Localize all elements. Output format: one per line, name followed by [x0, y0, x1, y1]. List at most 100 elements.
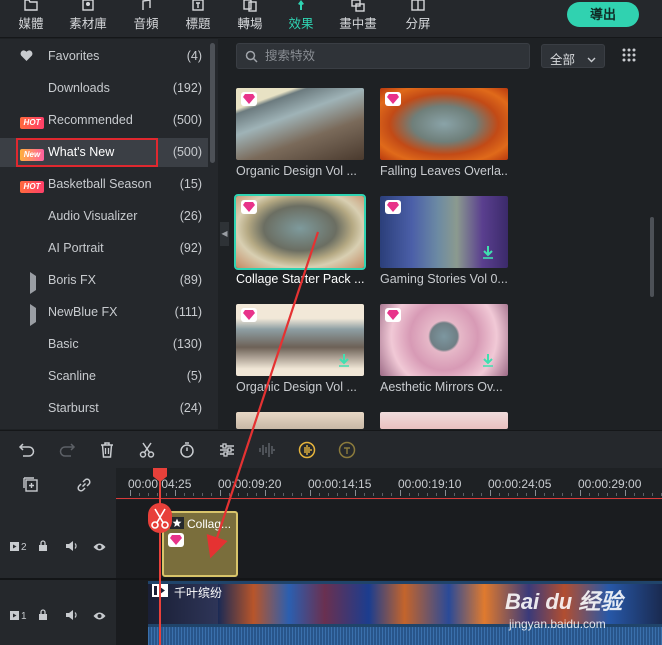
sidebar-item-basic[interactable]: Basic (130) — [0, 330, 208, 359]
ruler-tick — [139, 493, 140, 496]
ruler-tick — [634, 493, 635, 496]
effect-card-selected[interactable]: Collage Starter Pack ... — [234, 194, 366, 286]
effect-thumbnail[interactable] — [380, 88, 508, 160]
effect-thumbnail[interactable] — [380, 304, 508, 376]
sidebar-item-favorites[interactable]: Favorites (4) — [0, 42, 208, 71]
ruler-tick — [544, 493, 545, 496]
ruler-tick — [283, 493, 284, 496]
tab-titles[interactable]: 標題 — [175, 0, 221, 38]
ruler-tick — [211, 493, 212, 496]
sidebar-item-recommended[interactable]: HOT Recommended (500) — [0, 106, 208, 135]
link-icon[interactable] — [75, 476, 93, 497]
premium-gem-icon — [385, 308, 401, 322]
delete-trash-icon[interactable] — [98, 441, 118, 461]
ruler-tick — [562, 493, 563, 496]
speaker-icon[interactable] — [65, 609, 78, 624]
effect-thumbnail[interactable] — [236, 88, 364, 160]
download-icon[interactable] — [482, 354, 494, 370]
tab-picture-in-picture[interactable]: 畫中畫 — [335, 0, 381, 38]
ruler-tick — [202, 493, 203, 496]
ruler-tick — [319, 493, 320, 496]
eye-visibility-icon[interactable] — [93, 610, 106, 624]
sidebar-item-count: (92) — [179, 241, 202, 255]
expand-triangle-icon[interactable] — [30, 304, 36, 326]
speaker-icon[interactable] — [65, 540, 78, 555]
effect-name: Collage Starter Pack ... — [236, 272, 364, 286]
export-button[interactable]: 導出 — [567, 2, 639, 27]
sidebar-item-count: (111) — [174, 305, 202, 319]
sidebar-item-count: (130) — [172, 337, 202, 351]
ruler-tick — [400, 490, 401, 496]
ruler-tick — [382, 493, 383, 496]
lock-icon[interactable] — [38, 540, 48, 555]
ruler-tick — [175, 490, 176, 496]
collapse-sidebar-handle[interactable]: ◀ — [220, 222, 229, 246]
sidebar-scrollbar[interactable] — [210, 43, 215, 163]
add-track-icon[interactable] — [22, 476, 40, 497]
eye-visibility-icon[interactable] — [93, 541, 106, 555]
sidebar-item-basketball-season[interactable]: HOT Basketball Season (15) — [0, 170, 208, 199]
speed-timer-icon[interactable] — [178, 441, 198, 461]
timeline-ruler[interactable]: 00:00:04:25 00:00:09:20 00:00:14:15 00:0… — [0, 468, 662, 500]
lock-icon[interactable] — [38, 609, 48, 624]
tab-stock-media[interactable]: 素材庫 — [65, 0, 111, 38]
download-icon[interactable] — [338, 354, 350, 370]
effect-card[interactable]: Falling Leaves Overla... — [380, 88, 510, 178]
ruler-tick — [184, 493, 185, 496]
sidebar-item-boris-fx[interactable]: Boris FX (89) — [0, 266, 208, 295]
sidebar-item-downloads[interactable]: Downloads (192) — [0, 74, 208, 103]
sidebar-item-newblue-fx[interactable]: NewBlue FX (111) — [0, 298, 208, 327]
undo-icon[interactable] — [18, 441, 38, 461]
ruler-tick — [481, 493, 482, 496]
effect-thumbnail[interactable] — [236, 412, 364, 429]
audio-ducking-icon[interactable] — [298, 441, 318, 461]
tab-audio[interactable]: 音頻 — [123, 0, 169, 38]
split-scissors-icon[interactable] — [138, 441, 158, 461]
grid-view-icon[interactable] — [622, 48, 636, 65]
effect-thumbnail[interactable] — [236, 304, 364, 376]
search-box[interactable] — [236, 43, 530, 69]
effect-clip[interactable]: Collag... — [162, 511, 238, 577]
ruler-tick — [652, 493, 653, 496]
speech-to-text-icon[interactable] — [338, 441, 358, 461]
effects-pin-icon — [278, 0, 324, 12]
expand-triangle-icon[interactable] — [30, 272, 36, 294]
effect-card[interactable]: Organic Design Vol ... — [236, 304, 366, 394]
sidebar-item-count: (15) — [179, 177, 202, 191]
redo-icon[interactable] — [58, 441, 78, 461]
effect-card[interactable]: Gaming Stories Vol 0... — [380, 196, 510, 286]
ruler-tick — [589, 493, 590, 496]
effects-scrollbar[interactable] — [650, 217, 654, 297]
effect-card-partial[interactable] — [380, 412, 510, 429]
ruler-tick — [373, 493, 374, 496]
tab-media[interactable]: 媒體 — [8, 0, 54, 38]
filter-dropdown[interactable]: 全部 — [541, 44, 605, 68]
effects-browser: 全部 Organic Design Vol ... Falling Leaves… — [230, 39, 662, 429]
effect-card[interactable]: Organic Design Vol ... — [236, 88, 366, 178]
baidu-watermark: Bai du 经验 jingyan.baidu.com — [505, 580, 662, 645]
download-icon[interactable] — [482, 246, 494, 262]
split-cursor[interactable] — [148, 503, 172, 533]
effect-card-partial[interactable] — [236, 412, 366, 429]
adjust-sliders-icon[interactable] — [218, 441, 238, 461]
ruler-timecode: 00:00:24:05 — [488, 477, 552, 491]
timeline-toolbar — [0, 430, 662, 468]
sidebar-item-starburst[interactable]: Starburst (24) — [0, 394, 208, 423]
search-input[interactable] — [265, 47, 515, 65]
tab-split-screen[interactable]: 分屏 — [395, 0, 441, 38]
sidebar-item-scanline[interactable]: Scanline (5) — [0, 362, 208, 391]
effect-thumbnail[interactable] — [380, 412, 508, 429]
sidebar-item-count: (500) — [172, 113, 202, 127]
tab-effects[interactable]: 效果 — [278, 0, 324, 38]
sidebar-item-ai-portrait[interactable]: AI Portrait (92) — [0, 234, 208, 263]
audio-waveform-icon[interactable] — [258, 441, 278, 461]
music-note-icon — [123, 0, 169, 12]
sidebar-item-audio-visualizer[interactable]: Audio Visualizer (26) — [0, 202, 208, 231]
effect-card[interactable]: Aesthetic Mirrors Ov... — [380, 304, 510, 394]
ruler-tick — [607, 493, 608, 496]
effect-thumbnail[interactable] — [234, 194, 366, 270]
tab-transitions[interactable]: 轉場 — [227, 0, 273, 38]
playhead[interactable] — [159, 470, 161, 645]
sidebar-item-whats-new[interactable]: New What's New (500) — [0, 138, 208, 167]
effect-thumbnail[interactable] — [380, 196, 508, 268]
